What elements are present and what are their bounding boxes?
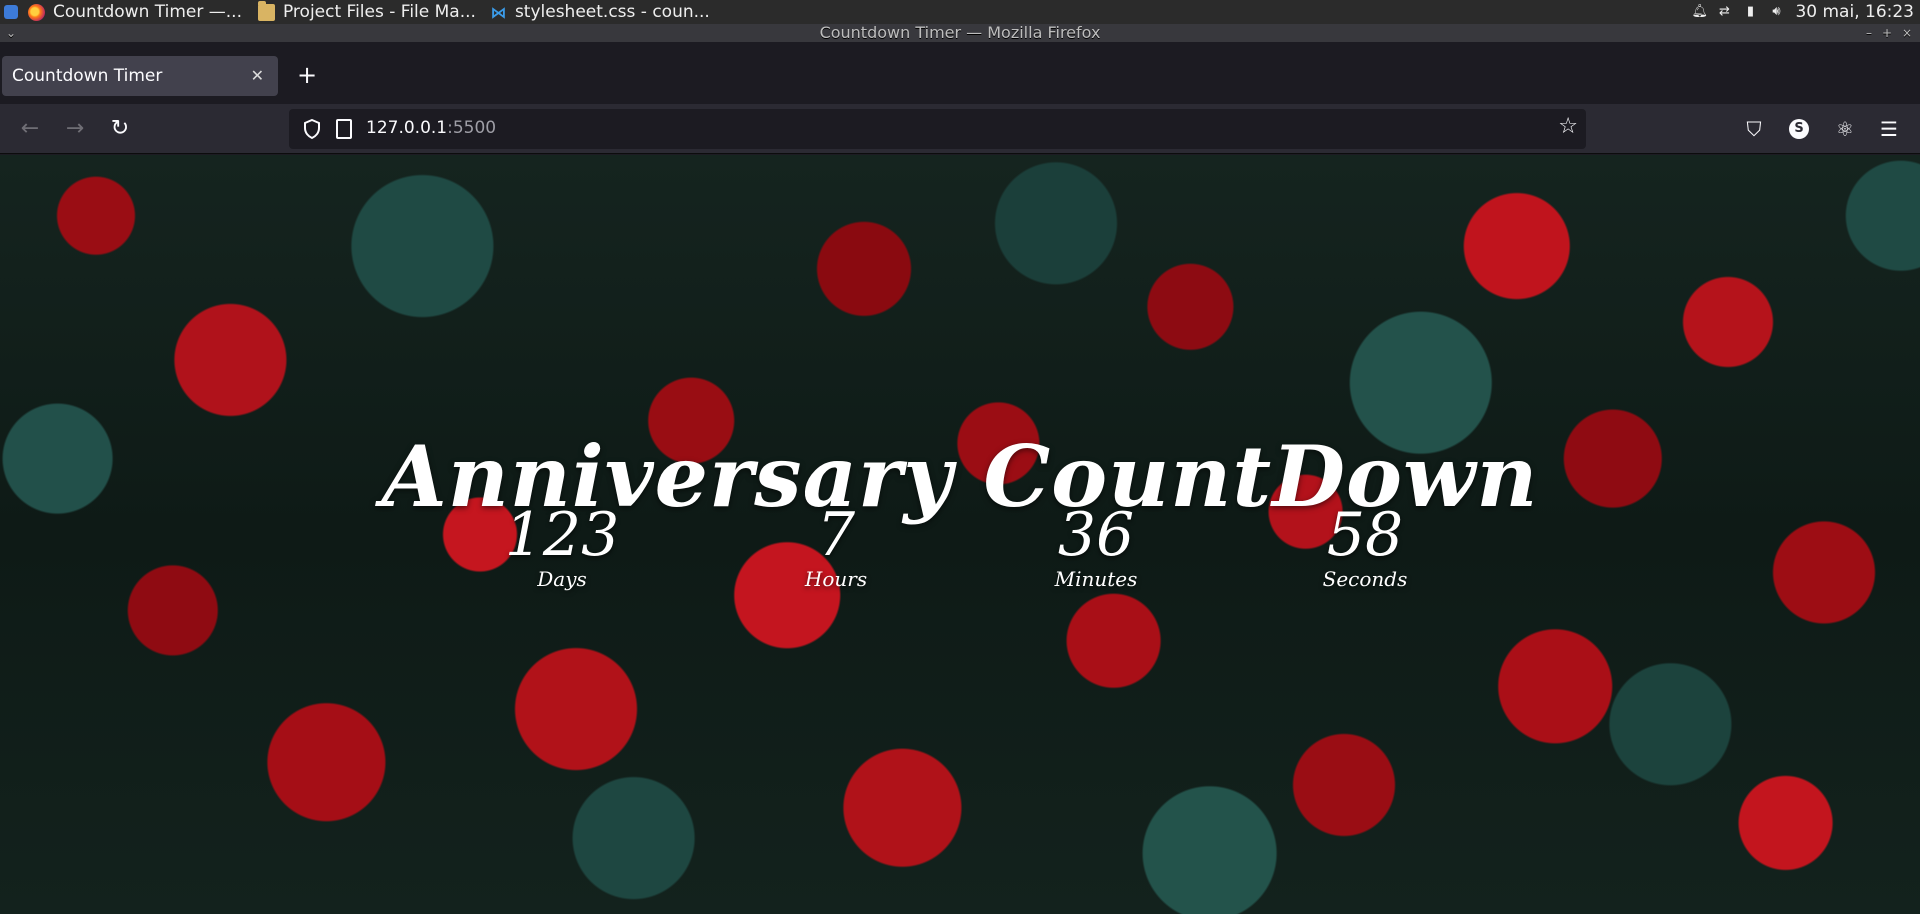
- countdown-label: Hours: [804, 567, 868, 591]
- countdown-value: 36: [1057, 500, 1135, 570]
- network-icon[interactable]: ⇄: [1717, 5, 1731, 19]
- os-taskbar: Countdown Timer —... Project Files - Fil…: [0, 0, 1920, 24]
- tab-countdown-timer[interactable]: Countdown Timer ✕: [2, 56, 278, 96]
- countdown-label: Seconds: [1322, 567, 1408, 591]
- new-tab-button[interactable]: +: [291, 60, 323, 92]
- page-info-icon[interactable]: [336, 119, 352, 139]
- volume-icon[interactable]: 🔊︎: [1769, 5, 1783, 19]
- window-menu-icon[interactable]: ⌄: [6, 24, 16, 42]
- profile-avatar: S: [1789, 119, 1809, 139]
- system-tray: 🔔︎ ⇄ ▮ 🔊︎ 30 mai, 16:23: [1691, 0, 1914, 24]
- close-window-icon[interactable]: ×: [1902, 24, 1912, 42]
- maximize-icon[interactable]: +: [1882, 24, 1892, 42]
- page-title: Anniversary CountDown: [381, 427, 1539, 526]
- back-button[interactable]: ←: [14, 113, 46, 145]
- minimize-icon[interactable]: –: [1866, 24, 1872, 42]
- taskbar-task-label: Countdown Timer —...: [53, 2, 242, 22]
- countdown-hours: 7 Hours: [726, 503, 946, 589]
- roses-background-image: [0, 155, 1920, 914]
- countdown-value: 7: [816, 500, 856, 570]
- window-titlebar: ⌄ Countdown Timer — Mozilla Firefox – + …: [0, 24, 1920, 42]
- taskbar-task-label: stylesheet.css - coun...: [514, 2, 710, 22]
- taskbar-task-firefox[interactable]: Countdown Timer —...: [24, 0, 246, 24]
- shield-icon[interactable]: [303, 119, 321, 139]
- account-button[interactable]: S: [1783, 113, 1815, 145]
- url-port: :5500: [447, 118, 497, 138]
- countdown-value: 123: [504, 500, 620, 570]
- window-title: Countdown Timer — Mozilla Firefox: [819, 23, 1101, 42]
- app-menu-icon[interactable]: [4, 5, 18, 19]
- vscode-icon: ⋈: [490, 2, 507, 22]
- battery-icon[interactable]: ▮: [1743, 5, 1757, 19]
- countdown-label: Days: [537, 567, 587, 591]
- countdown-label: Minutes: [1054, 567, 1138, 591]
- url-text[interactable]: 127.0.0.1:5500: [366, 118, 496, 138]
- notification-bell-icon[interactable]: 🔔︎: [1691, 5, 1708, 19]
- countdown-minutes: 36 Minutes: [986, 503, 1206, 589]
- forward-button[interactable]: →: [59, 113, 91, 145]
- close-tab-icon[interactable]: ✕: [251, 66, 264, 85]
- tab-strip: Countdown Timer ✕ +: [0, 42, 1920, 104]
- countdown-days: 123 Days: [452, 503, 672, 589]
- url-host: 127.0.0.1: [366, 118, 448, 138]
- countdown-value: 58: [1326, 500, 1404, 570]
- hamburger-menu-icon[interactable]: ☰: [1873, 113, 1905, 145]
- bookmark-star-icon[interactable]: ☆: [1558, 114, 1578, 139]
- extensions-icon[interactable]: ⚛: [1829, 113, 1861, 145]
- tab-title: Countdown Timer: [12, 66, 163, 86]
- taskbar-task-file-manager[interactable]: Project Files - File Ma...: [254, 0, 480, 24]
- reload-button[interactable]: ↻: [104, 113, 136, 145]
- taskbar-task-label: Project Files - File Ma...: [282, 2, 476, 22]
- taskbar-task-vscode[interactable]: ⋈ stylesheet.css - coun...: [486, 0, 714, 24]
- countdown-seconds: 58 Seconds: [1255, 503, 1475, 589]
- navigation-bar: ← → ↻ 127.0.0.1:5500 ☆ ⛉ S ⚛ ☰: [0, 104, 1920, 154]
- url-bar[interactable]: 127.0.0.1:5500 ☆: [289, 109, 1586, 149]
- pocket-icon[interactable]: ⛉: [1738, 113, 1770, 145]
- firefox-icon: [28, 3, 45, 21]
- system-clock[interactable]: 30 mai, 16:23: [1795, 2, 1914, 22]
- page-content: Anniversary CountDown 123 Days 7 Hours 3…: [0, 155, 1920, 914]
- folder-icon: [257, 0, 275, 21]
